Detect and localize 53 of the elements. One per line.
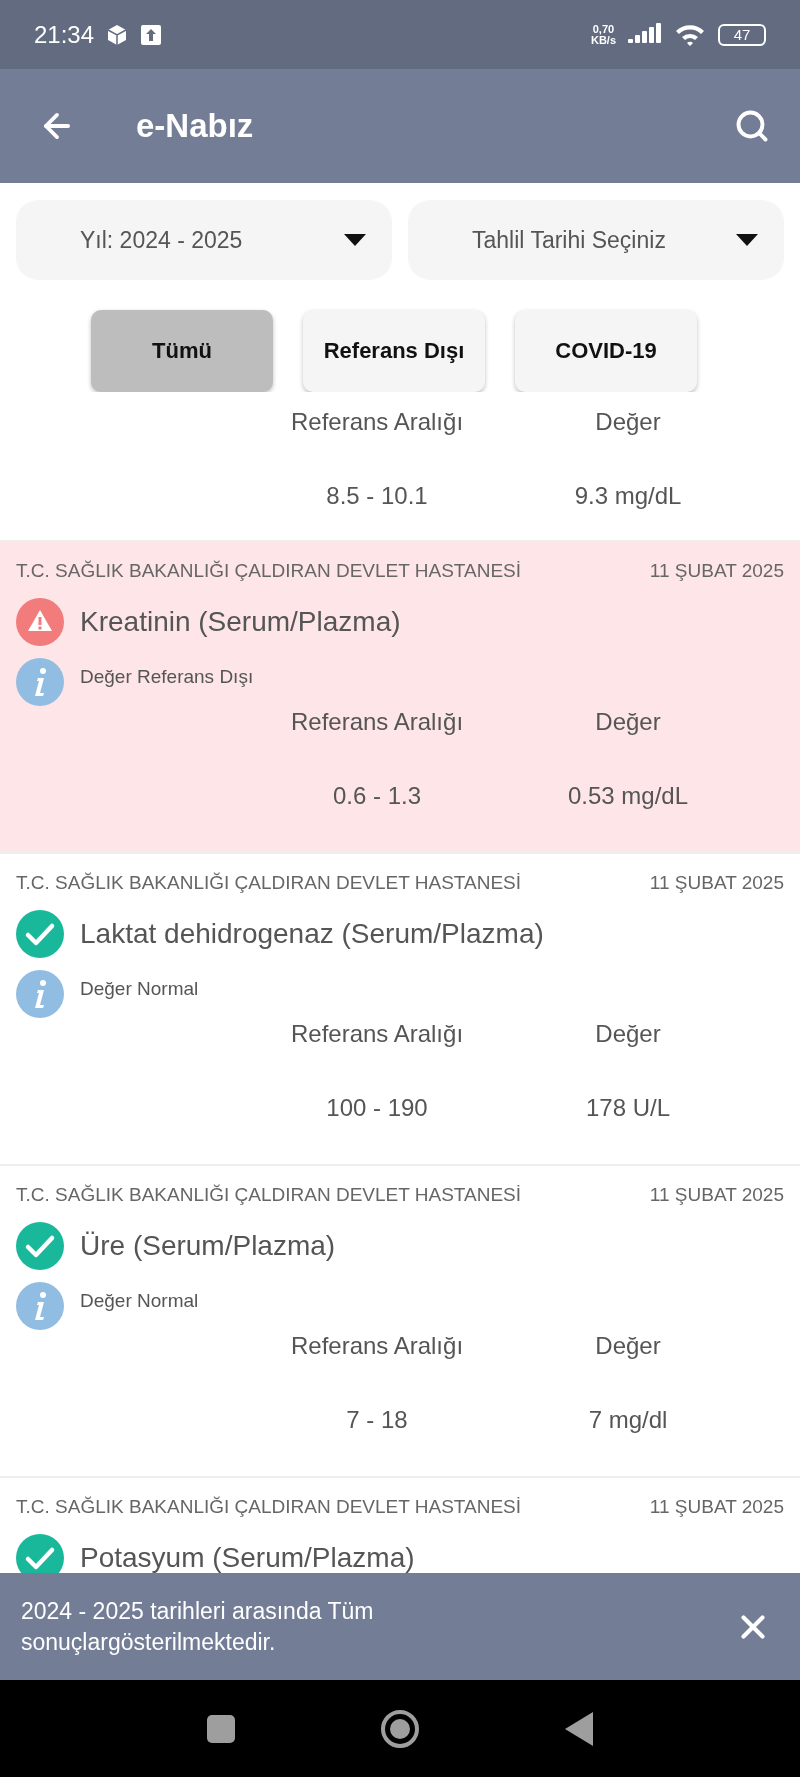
battery-indicator: 47 [718, 23, 766, 46]
reference-range: 8.5 - 10.1 [326, 482, 428, 510]
box-icon [106, 23, 129, 46]
back-icon[interactable] [565, 1711, 593, 1746]
info-icon [16, 1282, 64, 1330]
result-value: 9.3 mg/dL [574, 482, 682, 510]
column-header: Değer [595, 1332, 661, 1360]
reference-range: 100 - 190 [326, 1094, 428, 1122]
wifi-icon [674, 22, 706, 47]
test-name: Üre (Serum/Plazma) [80, 1230, 336, 1262]
reference-range: 7 - 18 [346, 1406, 408, 1434]
search-button[interactable] [734, 108, 770, 144]
column-header: Değer [595, 1020, 661, 1048]
dropdown[interactable]: Tahlil Tarihi Seçiniz [408, 200, 784, 280]
test-name: Kreatinin (Serum/Plazma) [80, 606, 401, 638]
result-date: 11 ŞUBAT 2025 [649, 1496, 784, 1518]
upload-icon [140, 23, 163, 46]
column-header: Referans Aralığı [290, 1020, 464, 1048]
result-note: Değer Normal [80, 978, 199, 1000]
result-note: Değer Referans Dışı [80, 666, 254, 688]
home-icon[interactable] [380, 1708, 420, 1749]
result-value: 0.53 mg/dL [567, 782, 689, 810]
caret-icon [736, 234, 758, 246]
column-header: Değer [595, 708, 661, 736]
result-value: 178 U/L [585, 1094, 671, 1122]
column-header: Referans Aralığı [290, 708, 464, 736]
column-header: Referans Aralığı [290, 408, 464, 436]
app-title: e-Nabız [136, 107, 255, 145]
snackbar-message: 2024 - 2025 tarihleri arasında Tüm sonuçlargösterilmektedir. [21, 1596, 375, 1657]
column-header: Değer [595, 408, 661, 436]
dropdown[interactable]: Yıl: 2024 - 2025 [16, 200, 392, 280]
result-note: Değer Normal [80, 1290, 199, 1312]
result-value: 7 mg/dl [588, 1406, 668, 1434]
result-date: 11 ŞUBAT 2025 [649, 872, 784, 894]
filter-tab[interactable]: COVID-19 [515, 310, 697, 392]
square-icon[interactable] [207, 1714, 235, 1743]
caret-icon [344, 234, 366, 246]
hospital-name: T.C. SAĞLIK BAKANLIĞI ÇALDIRAN DEVLET HASTANESİ [16, 560, 522, 582]
info-icon [16, 658, 64, 706]
filter-tab[interactable]: Referans Dışı [303, 310, 485, 392]
test-name: Potasyum (Serum/Plazma) [80, 1542, 415, 1573]
info-icon [16, 970, 64, 1018]
result-date: 11 ŞUBAT 2025 [649, 1184, 784, 1206]
hospital-name: T.C. SAĞLIK BAKANLIĞI ÇALDIRAN DEVLET HASTANESİ [16, 1496, 522, 1518]
hospital-name: T.C. SAĞLIK BAKANLIĞI ÇALDIRAN DEVLET HASTANESİ [16, 872, 522, 894]
network-speed: 0,70 KB/s [590, 23, 616, 46]
column-header: Referans Aralığı [290, 1332, 464, 1360]
test-name: Laktat dehidrogenaz (Serum/Plazma) [80, 918, 544, 950]
result-date: 11 ŞUBAT 2025 [649, 560, 784, 582]
reference-range: 0.6 - 1.3 [332, 782, 422, 810]
clock: 21:34 [34, 20, 95, 49]
hospital-name: T.C. SAĞLIK BAKANLIĞI ÇALDIRAN DEVLET HASTANESİ [16, 1184, 522, 1206]
filter-tab[interactable]: Tümü [91, 310, 273, 392]
